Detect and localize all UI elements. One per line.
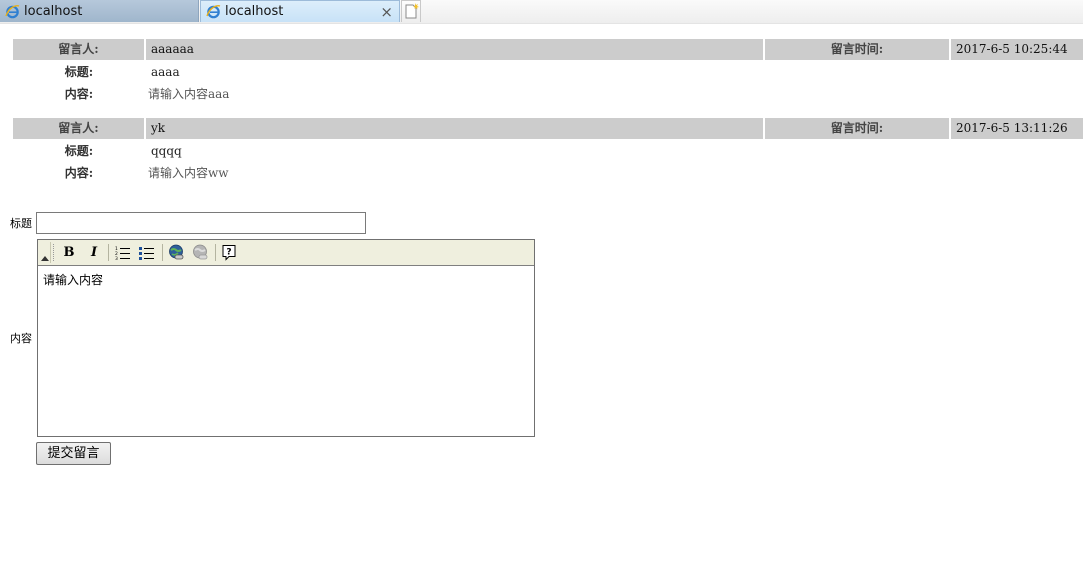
browser-tab-1[interactable]: localhost [0,0,199,22]
author-label: 留言人: [13,118,144,139]
time-label: 留言时间: [765,39,949,60]
submit-message-button[interactable]: 提交留言 [36,442,111,465]
author-label: 留言人: [13,39,144,60]
editor-content-area[interactable]: 请输入内容 [43,271,529,288]
time-label: 留言时间: [765,118,949,139]
tab-title: localhost [225,4,284,19]
content-label: 内容: [64,166,94,180]
svg-text:3: 3 [115,256,118,260]
help-button[interactable]: ? [219,243,239,262]
toolbar-separator [215,244,216,261]
unlink-button[interactable] [190,243,210,262]
browser-tab-2[interactable]: localhost × [200,0,400,22]
title-input[interactable] [36,212,366,234]
link-icon [168,244,183,260]
content-value: 请输入内容ww [148,166,229,180]
ie-icon [5,4,20,19]
new-tab-button[interactable] [401,0,421,22]
editor-toolbar: B I 1 2 3 ? [38,240,534,266]
title-value: qqqq [151,144,182,158]
content-label: 内容: [64,87,94,101]
rich-text-editor: B I 1 2 3 ? 请输入内容 [37,239,535,437]
toolbar-separator [162,244,163,261]
italic-icon: I [90,245,98,260]
tab-title: localhost [24,3,83,19]
new-tab-icon [405,3,419,19]
italic-button[interactable]: I [84,243,104,262]
form-content-label: 内容 [10,332,32,345]
ie-icon [206,4,221,19]
collapse-triangle-icon [41,256,49,261]
browser-tab-strip: localhost localhost × [0,0,1083,24]
unordered-list-icon [139,246,154,260]
form-title-label: 标题 [10,217,32,230]
title-label: 标题: [64,65,94,79]
time-value: 2017-6-5 10:25:44 [951,39,1083,60]
unlink-icon [192,244,207,260]
toolbar-separator [108,244,109,261]
unordered-list-button[interactable] [137,243,157,262]
time-value: 2017-6-5 13:11:26 [951,118,1083,139]
link-button[interactable] [166,243,186,262]
title-label: 标题: [64,144,94,158]
author-value: aaaaaa [146,39,763,60]
message-title-row: 标题: qqqq [13,141,1083,161]
message-header-row: 留言人: aaaaaa 留言时间: 2017-6-5 10:25:44 [13,39,1083,60]
message-content-row: 内容: 请输入内容ww [13,163,1083,183]
toolbar-grip [53,244,56,261]
message-header-row: 留言人: yk 留言时间: 2017-6-5 13:11:26 [13,118,1083,139]
ordered-list-icon: 1 2 3 [115,246,130,260]
title-value: aaaa [151,65,180,79]
message-title-row: 标题: aaaa [13,62,1083,82]
bold-icon: B [63,245,75,260]
content-value: 请输入内容aaa [148,87,230,101]
author-value: yk [146,118,763,139]
close-tab-icon[interactable]: × [380,3,393,21]
toolbar-collapse-button[interactable] [39,242,51,263]
help-icon: ? [222,245,236,261]
ordered-list-button[interactable]: 1 2 3 [113,243,133,262]
message-content-row: 内容: 请输入内容aaa [13,84,1083,104]
svg-text:?: ? [226,248,231,258]
bold-button[interactable]: B [59,243,79,262]
